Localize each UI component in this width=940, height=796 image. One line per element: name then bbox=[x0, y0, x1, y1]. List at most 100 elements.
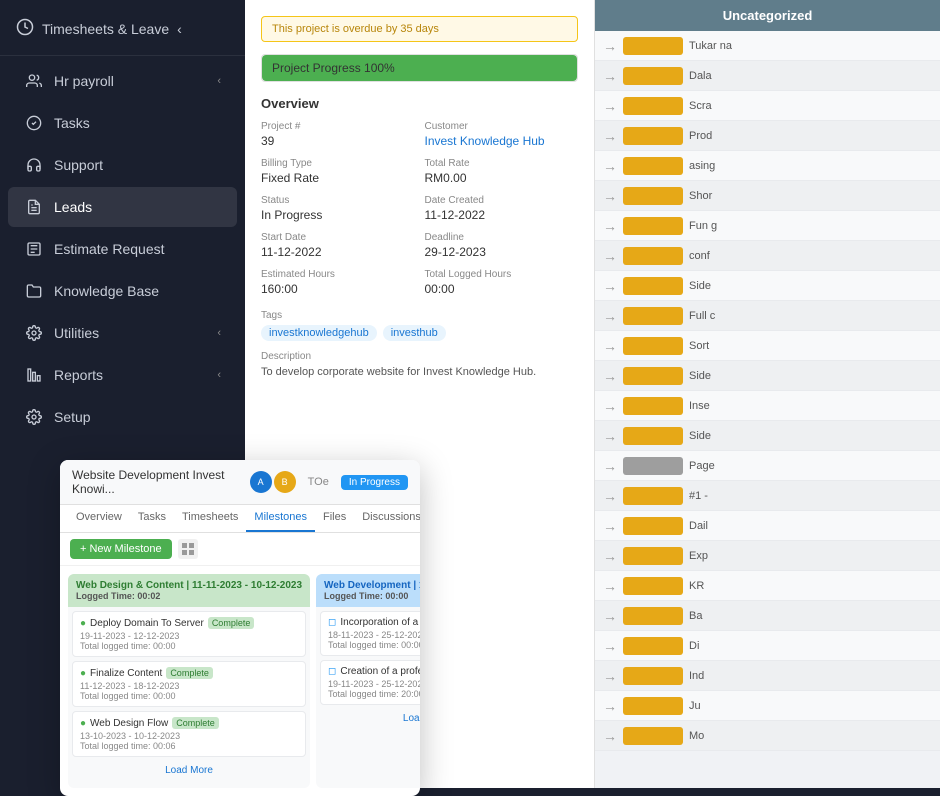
milestone-col-title-1: Web Design & Content | 11-11-2023 - 10-1… bbox=[76, 580, 302, 591]
arrow-icon: → bbox=[603, 578, 617, 594]
estimated-hours-label: Estimated Hours bbox=[261, 269, 415, 280]
kanban-row: → asing bbox=[595, 151, 940, 181]
sidebar-item-hr-payroll[interactable]: Hr payroll ‹ bbox=[8, 61, 237, 101]
kanban-badge bbox=[623, 517, 683, 535]
chevron-icon: ‹ bbox=[217, 327, 221, 339]
sidebar-item-leads[interactable]: Leads bbox=[8, 187, 237, 227]
kanban-row: → Dala bbox=[595, 61, 940, 91]
kanban-badge bbox=[623, 187, 683, 205]
floating-modal: Website Development Invest Knowi... A B … bbox=[60, 460, 420, 796]
sidebar-item-reports[interactable]: Reports ‹ bbox=[8, 355, 237, 395]
chevron-icon: ‹ bbox=[217, 369, 221, 381]
milestone-col-1: Web Design & Content | 11-11-2023 - 10-1… bbox=[68, 574, 310, 788]
modal-toolbar: + New Milestone bbox=[60, 533, 420, 566]
tag-1[interactable]: investknowledgehub bbox=[261, 325, 377, 341]
arrow-icon: → bbox=[603, 428, 617, 444]
right-panel: Uncategorized → Tukar na → Dala → Scra →… bbox=[595, 0, 940, 788]
kanban-row: → Mo bbox=[595, 721, 940, 751]
kanban-text: Mo bbox=[689, 730, 932, 742]
arrow-icon: → bbox=[603, 458, 617, 474]
project-fields: Project # 39 Customer Invest Knowledge H… bbox=[261, 121, 578, 296]
file-lines-icon bbox=[24, 197, 44, 217]
field-customer: Customer Invest Knowledge Hub bbox=[425, 121, 579, 148]
grid-view-button[interactable] bbox=[178, 539, 198, 559]
chart-bar-icon bbox=[24, 365, 44, 385]
arrow-icon: → bbox=[603, 68, 617, 84]
kanban-badge bbox=[623, 367, 683, 385]
new-milestone-button[interactable]: + New Milestone bbox=[70, 539, 172, 559]
kanban-row: → KR bbox=[595, 571, 940, 601]
tab-timesheets[interactable]: Timesheets bbox=[174, 505, 246, 532]
arrow-icon: → bbox=[603, 98, 617, 114]
kanban-text: Sort bbox=[689, 340, 932, 352]
progress-bar-container: Project Progress 100% bbox=[261, 54, 578, 82]
sidebar-item-setup[interactable]: Setup bbox=[8, 397, 237, 437]
kanban-row: → #1 - bbox=[595, 481, 940, 511]
sidebar-knowledge-label: Knowledge Base bbox=[54, 283, 221, 299]
kanban-badge bbox=[623, 337, 683, 355]
load-more-1[interactable]: Load More bbox=[68, 761, 310, 780]
kanban-badge bbox=[623, 667, 683, 685]
kanban-text: Ju bbox=[689, 700, 932, 712]
kanban-badge bbox=[623, 397, 683, 415]
kanban-text: Dail bbox=[689, 520, 932, 532]
customer-value: Invest Knowledge Hub bbox=[425, 134, 579, 148]
kanban-badge bbox=[623, 697, 683, 715]
kanban-badge bbox=[623, 307, 683, 325]
kanban-row: → Page bbox=[595, 451, 940, 481]
sidebar-item-support[interactable]: Support bbox=[8, 145, 237, 185]
kanban-text: Scra bbox=[689, 100, 932, 112]
sidebar-leads-label: Leads bbox=[54, 199, 221, 215]
sidebar-item-estimate-request[interactable]: Estimate Request bbox=[8, 229, 237, 269]
sidebar-item-knowledge-base[interactable]: Knowledge Base bbox=[8, 271, 237, 311]
status-value: In Progress bbox=[261, 208, 415, 222]
cog-icon bbox=[24, 407, 44, 427]
field-billing-type: Billing Type Fixed Rate bbox=[261, 158, 415, 185]
gear-icon bbox=[24, 323, 44, 343]
kanban-badge bbox=[623, 97, 683, 115]
headset-icon bbox=[24, 155, 44, 175]
tab-discussions[interactable]: Discussions bbox=[354, 505, 420, 532]
kanban-text: Side bbox=[689, 280, 932, 292]
milestone-item-3: ● Web Design Flow Complete 13-10-2023 - … bbox=[72, 711, 306, 757]
total-rate-label: Total Rate bbox=[425, 158, 579, 169]
chevron-icon: ‹ bbox=[177, 21, 182, 37]
milestone-status-1: Complete bbox=[208, 617, 255, 629]
kanban-row: → Scra bbox=[595, 91, 940, 121]
sidebar-top-item[interactable]: Timesheets & Leave ‹ bbox=[0, 8, 245, 56]
tag-2[interactable]: investhub bbox=[383, 325, 446, 341]
kanban-text: Exp bbox=[689, 550, 932, 562]
kanban-text: KR bbox=[689, 580, 932, 592]
overview-title: Overview bbox=[261, 96, 578, 111]
start-date-value: 11-12-2022 bbox=[261, 245, 415, 259]
toe-label: TOe bbox=[308, 476, 329, 488]
modal-header: Website Development Invest Knowi... A B … bbox=[60, 460, 420, 505]
folder-icon bbox=[24, 281, 44, 301]
kanban-row: → Exp bbox=[595, 541, 940, 571]
deadline-label: Deadline bbox=[425, 232, 579, 243]
modal-status-badge: In Progress bbox=[341, 475, 408, 490]
kanban-text: Ba bbox=[689, 610, 932, 622]
progress-label: Project Progress 100% bbox=[272, 61, 395, 75]
kanban-text: Side bbox=[689, 370, 932, 382]
milestone-status-2: Complete bbox=[166, 667, 213, 679]
milestone-item-5: ◻ Creation of a professional website... … bbox=[320, 660, 420, 705]
modal-title: Website Development Invest Knowi... bbox=[72, 468, 242, 496]
overdue-banner: This project is overdue by 35 days bbox=[261, 16, 578, 42]
arrow-icon: → bbox=[603, 188, 617, 204]
kanban-badge bbox=[623, 457, 683, 475]
total-logged-label: Total Logged Hours bbox=[425, 269, 579, 280]
sidebar-item-tasks[interactable]: Tasks bbox=[8, 103, 237, 143]
tab-files[interactable]: Files bbox=[315, 505, 354, 532]
arrow-icon: → bbox=[603, 608, 617, 624]
milestone-item-4: ◻ Incorporation of a registration page..… bbox=[320, 611, 420, 656]
sidebar-item-utilities[interactable]: Utilities ‹ bbox=[8, 313, 237, 353]
tab-milestones[interactable]: Milestones bbox=[246, 505, 315, 532]
tab-overview[interactable]: Overview bbox=[68, 505, 130, 532]
load-more-2[interactable]: Load More bbox=[316, 709, 420, 728]
kanban-list: → Tukar na → Dala → Scra → Prod → asing … bbox=[595, 31, 940, 783]
customer-label: Customer bbox=[425, 121, 579, 132]
field-start-date: Start Date 11-12-2022 bbox=[261, 232, 415, 259]
project-number-label: Project # bbox=[261, 121, 415, 132]
tab-tasks[interactable]: Tasks bbox=[130, 505, 174, 532]
